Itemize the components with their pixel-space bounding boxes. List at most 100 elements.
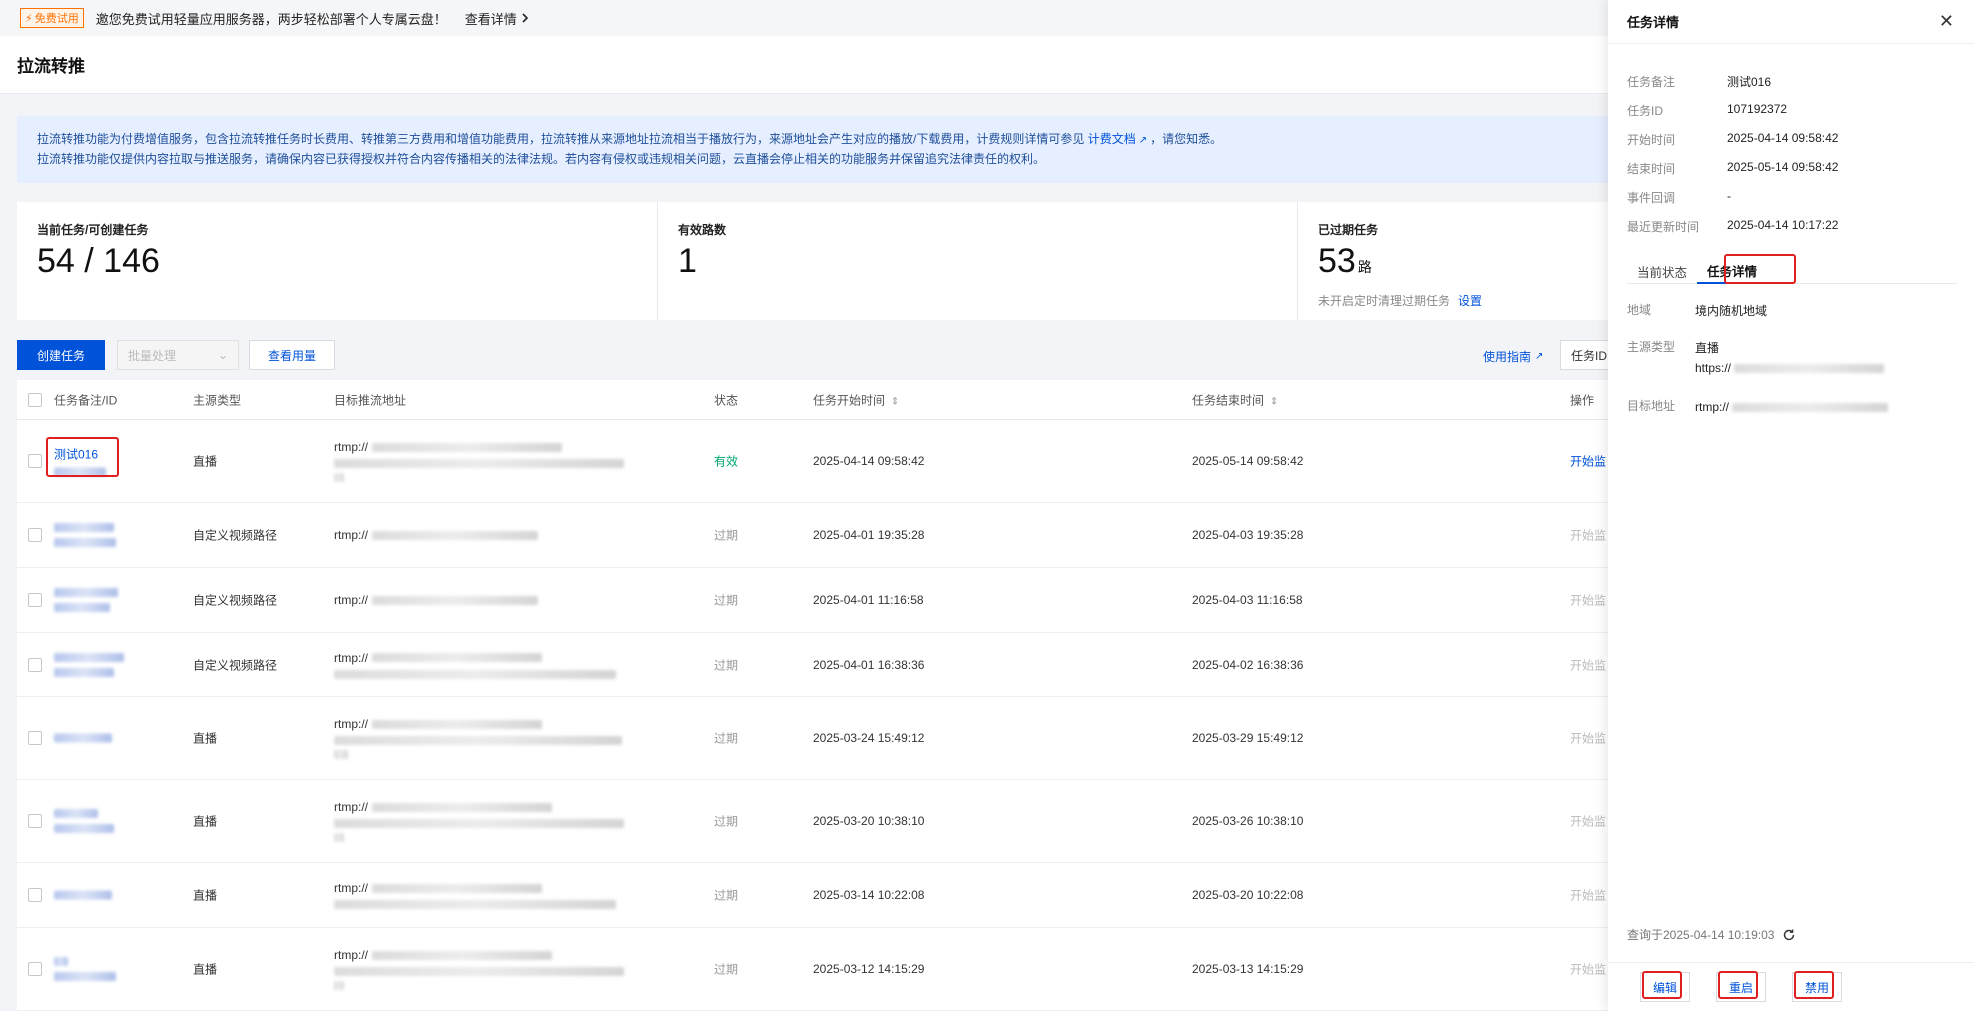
field-updated-time: 最近更新时间 2025-04-14 10:17:22: [1627, 218, 1839, 234]
billing-doc-link[interactable]: 计费文档: [1088, 132, 1136, 146]
col-source: 主源类型: [193, 393, 242, 407]
task-name-redacted: [54, 652, 124, 662]
status-badge: 有效: [714, 454, 739, 469]
source-type: 直播: [193, 454, 218, 469]
chevron-right-icon: [522, 13, 528, 23]
row-checkbox[interactable]: [28, 814, 42, 828]
start-monitor-link: 开始监: [1570, 888, 1607, 903]
target-url: rtmp://: [334, 651, 616, 679]
view-usage-button[interactable]: 查看用量: [249, 340, 336, 370]
restart-button[interactable]: 重启: [1716, 972, 1766, 1002]
page-title: 拉流转推: [0, 36, 1608, 94]
end-time: 2025-05-14 09:58:42: [1192, 454, 1304, 468]
tab-task-details[interactable]: 任务详情: [1697, 258, 1768, 284]
sort-icon: ⇕: [891, 396, 900, 407]
close-icon[interactable]: ✕: [1939, 11, 1954, 32]
col-status: 状态: [714, 393, 739, 407]
refresh-icon[interactable]: [1782, 928, 1796, 942]
chevron-down-icon: ⌄: [217, 348, 229, 362]
row-checkbox[interactable]: [28, 657, 42, 672]
select-all-checkbox[interactable]: [28, 392, 42, 407]
table-row: 直播 rtmp:// 过期 2025-03-12 14:15:29 2025-0…: [17, 928, 1608, 1011]
end-time: 2025-04-03 11:16:58: [1192, 593, 1303, 607]
start-monitor-link: 开始监: [1570, 731, 1607, 746]
field-task-id: 任务ID 107192372: [1627, 102, 1788, 118]
col-name: 任务备注/ID: [54, 393, 118, 407]
col-op: 操作: [1570, 393, 1595, 407]
table-row: 直播 rtmp:// 过期 2025-03-20 10:38:10 2025-0…: [17, 780, 1608, 863]
task-name-redacted: [54, 890, 112, 900]
row-checkbox[interactable]: [28, 731, 42, 745]
start-time: 2025-04-01 11:16:58: [813, 593, 924, 607]
source-type: 直播: [193, 814, 218, 829]
col-target: 目标推流地址: [334, 393, 407, 407]
end-time: 2025-03-20 10:22:08: [1192, 888, 1304, 902]
start-monitor-link: 开始监: [1570, 593, 1607, 608]
create-task-button[interactable]: 创建任务: [17, 340, 106, 370]
col-end[interactable]: 任务结束时间 ⇕: [1192, 391, 1278, 408]
promo-banner: ⚡ 免费试用 邀您免费试用轻量应用服务器，两步轻松部署个人专属云盘！ 查看详情: [0, 0, 1608, 36]
start-time: 2025-04-01 16:38:36: [813, 657, 925, 672]
start-time: 2025-03-20 10:38:10: [813, 814, 925, 828]
field-task-remark: 任务备注 测试016: [1627, 75, 1772, 89]
task-name-redacted: [54, 957, 68, 966]
table-row: 自定义视频路径 rtmp:// 过期 2025-04-01 11:16:58 2…: [17, 568, 1608, 633]
batch-select[interactable]: 批量处理 ⌄: [117, 340, 240, 370]
target-url: rtmp://: [334, 528, 539, 542]
edit-button[interactable]: 编辑: [1640, 972, 1690, 1002]
row-checkbox[interactable]: [28, 593, 42, 607]
source-type: 自定义视频路径: [193, 593, 278, 608]
target-url: rtmp://: [334, 948, 624, 990]
start-time: 2025-03-12 14:15:29: [813, 962, 925, 976]
task-name-redacted: [54, 588, 118, 597]
table-row: 直播 rtmp:// 过期 2025-03-24 15:49:12 2025-0…: [17, 697, 1608, 780]
expired-settings-link[interactable]: 设置: [1458, 294, 1482, 308]
banner-details-link[interactable]: 查看详情: [465, 9, 530, 28]
disable-button[interactable]: 禁用: [1792, 972, 1842, 1002]
target-url: rtmp://: [334, 593, 539, 607]
row-checkbox[interactable]: [28, 454, 42, 468]
start-monitor-link: 开始监: [1570, 814, 1607, 829]
start-time: 2025-03-24 15:49:12: [813, 731, 925, 745]
task-name-redacted: [54, 523, 114, 532]
drawer-header: 任务详情 ✕: [1608, 0, 1974, 44]
field-start-time: 开始时间 2025-04-14 09:58:42: [1627, 131, 1839, 147]
status-badge: 过期: [714, 888, 739, 903]
sort-icon: ⇕: [1270, 396, 1279, 407]
target-url: rtmp://: [334, 440, 634, 482]
start-monitor-link[interactable]: 开始监: [1570, 453, 1606, 470]
detail-target: 目标地址 rtmp://: [1627, 397, 1889, 417]
start-time: 2025-03-14 10:22:08: [813, 888, 925, 902]
target-url: rtmp://: [334, 881, 616, 909]
usage-guide-link[interactable]: 使用指南 ↗: [1483, 348, 1543, 365]
drawer-tabs: 当前状态 任务详情: [1627, 258, 1957, 284]
status-badge: 过期: [714, 528, 739, 543]
notice-line-1: 拉流转推功能为付费增值服务，包含拉流转推任务时长费用、转推第三方费用和增值功能费…: [37, 132, 1223, 146]
tab-current-status[interactable]: 当前状态: [1627, 258, 1697, 284]
status-badge: 过期: [714, 814, 739, 829]
task-table: 任务备注/ID 主源类型 目标推流地址 状态 任务开始时间 ⇕ 任务结束时间 ⇕ 操…: [17, 380, 1608, 1011]
drawer-footer-divider: [1608, 962, 1974, 963]
start-monitor-link: 开始监: [1570, 962, 1607, 977]
end-time: 2025-03-29 15:49:12: [1192, 731, 1304, 745]
query-time: 查询于2025-04-14 10:19:03: [1627, 926, 1796, 943]
external-link-icon: ↗: [1535, 351, 1544, 362]
table-row: 自定义视频路径 rtmp:// 过期 2025-04-01 16:38:36 2…: [17, 633, 1608, 697]
start-time: 2025-04-01 19:35:28: [813, 528, 925, 542]
row-checkbox[interactable]: [28, 528, 42, 542]
end-time: 2025-03-13 14:15:29: [1192, 962, 1304, 976]
stat-valid: 有效路数 1: [657, 202, 1297, 320]
target-url: rtmp://: [334, 717, 622, 759]
notice-line-2: 拉流转推功能仅提供内容拉取与推送服务，请确保内容已获得授权并符合内容传播相关的法…: [37, 152, 1046, 166]
notice-box: 拉流转推功能为付费增值服务，包含拉流转推任务时长费用、转推第三方费用和增值功能费…: [17, 116, 1608, 183]
col-start[interactable]: 任务开始时间 ⇕: [813, 391, 899, 408]
status-badge: 过期: [714, 593, 739, 608]
stat-expired: 已过期任务 53 路 未开启定时清理过期任务 设置: [1297, 202, 1608, 320]
row-checkbox[interactable]: [28, 962, 42, 976]
field-end-time: 结束时间 2025-05-14 09:58:42: [1627, 160, 1839, 176]
table-row: 测试016 直播 rtmp:// 有效 2025-04-14 09:58:42 …: [17, 420, 1608, 503]
row-checkbox[interactable]: [28, 888, 42, 902]
source-type: 直播: [193, 962, 218, 977]
detail-region: 地域 境内随机地域: [1627, 303, 1768, 318]
task-name-link[interactable]: 测试016: [54, 446, 106, 463]
